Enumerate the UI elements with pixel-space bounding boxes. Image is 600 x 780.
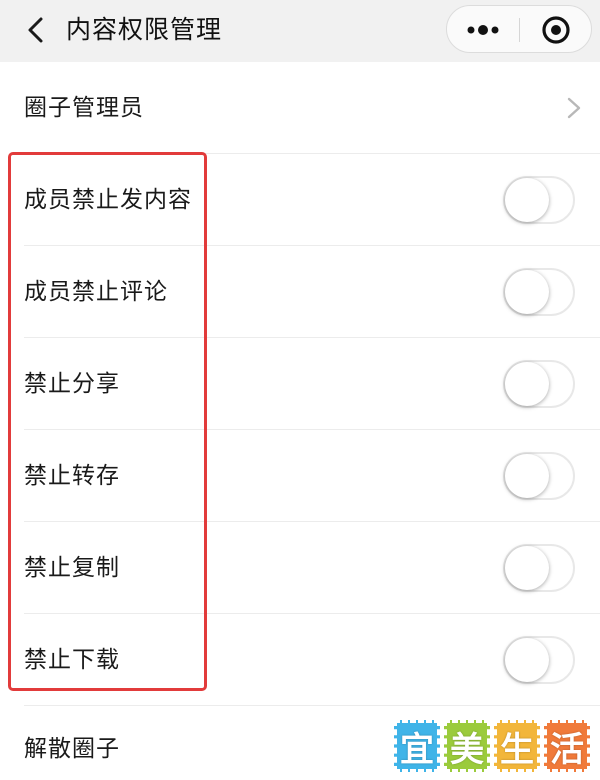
settings-row-forbid-download: 禁止下载 [0,614,600,706]
back-button[interactable] [18,12,52,48]
settings-row-forbid-share: 禁止分享 [0,338,600,430]
toggle-switch[interactable] [503,268,575,316]
row-label: 成员禁止评论 [24,279,168,305]
watermark-char: 宜 [394,720,440,772]
row-label: 禁止下载 [24,647,120,673]
settings-row-forbid-comment: 成员禁止评论 [0,246,600,338]
settings-row-forbid-post: 成员禁止发内容 [0,154,600,246]
row-label: 禁止转存 [24,463,120,489]
chevron-left-icon [28,17,43,43]
settings-row-forbid-save: 禁止转存 [0,430,600,522]
target-close-icon [542,16,570,44]
close-button[interactable] [520,6,592,54]
watermark-char: 生 [494,720,540,772]
toggle-switch[interactable] [503,636,575,684]
toggle-knob [505,270,549,314]
mini-program-capsule [446,5,592,53]
toggle-switch[interactable] [503,360,575,408]
settings-row-circle-admin[interactable]: 圈子管理员 [0,62,600,154]
settings-row-forbid-copy: 禁止复制 [0,522,600,614]
toggle-switch[interactable] [503,452,575,500]
row-label: 禁止复制 [24,555,120,581]
watermark-char: 美 [444,720,490,772]
row-label: 解散圈子 [24,736,120,762]
more-button[interactable] [447,6,519,54]
toggle-knob [505,454,549,498]
more-dots-icon [467,25,499,35]
toggle-knob [505,362,549,406]
toggle-switch[interactable] [503,544,575,592]
toggle-knob [505,178,549,222]
navigation-bar: 内容权限管理 [0,0,600,62]
toggle-knob [505,638,549,682]
page-title: 内容权限管理 [66,15,223,44]
toggle-knob [505,546,549,590]
toggle-switch[interactable] [503,176,575,224]
row-label: 禁止分享 [24,371,120,397]
row-label: 圈子管理员 [24,95,144,121]
watermark-char: 活 [544,720,590,772]
watermark-logo: 宜 美 生 活 [394,720,590,772]
chevron-right-icon [567,97,581,119]
row-label: 成员禁止发内容 [24,187,192,213]
